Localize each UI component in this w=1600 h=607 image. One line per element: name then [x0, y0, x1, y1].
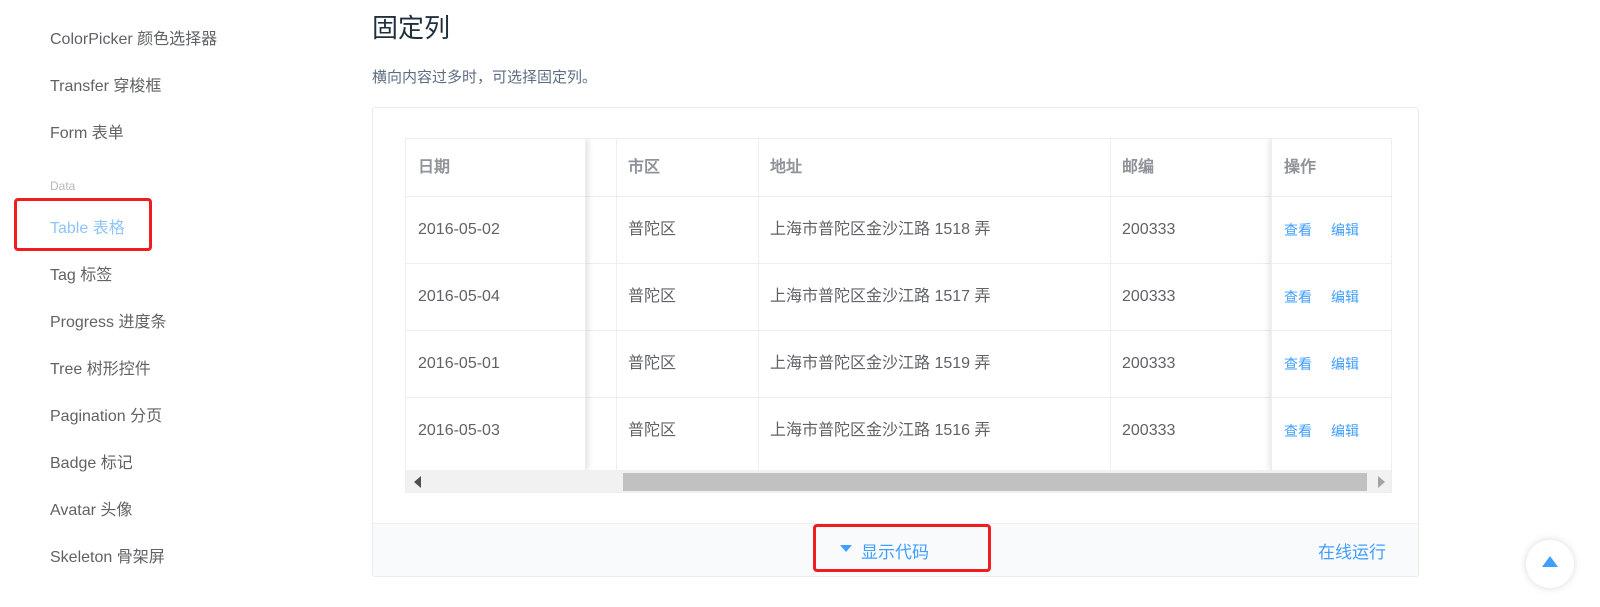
view-link[interactable]: 查看 — [1284, 421, 1312, 441]
cell-date: 2016-05-04 — [418, 288, 500, 305]
sidebar-item-tag[interactable]: Tag 标签 — [50, 261, 112, 285]
cell-address: 上海市普陀区金沙江路 1516 弄 — [770, 422, 991, 439]
cell-date: 2016-05-03 — [418, 422, 500, 439]
cell-zip: 200333 — [1122, 355, 1176, 372]
section-description: 横向内容过多时，可选择固定列。 — [372, 69, 598, 86]
cell-address: 上海市普陀区金沙江路 1519 弄 — [770, 355, 991, 372]
cell-zip: 200333 — [1122, 288, 1176, 305]
view-link[interactable]: 查看 — [1284, 220, 1312, 240]
cell-zip: 200333 — [1122, 422, 1176, 439]
arrow-up-icon — [1542, 556, 1558, 567]
fixed-right-column: 操作 查看 编辑 查看 编辑 查看 编辑 查看 编辑 — [1271, 139, 1391, 470]
cell-district: 普陀区 — [628, 288, 677, 305]
section-title: 固定列 — [372, 13, 451, 43]
edit-link[interactable]: 编辑 — [1331, 220, 1359, 240]
cell-zip: 200333 — [1122, 221, 1176, 238]
sidebar-item-transfer[interactable]: Transfer 穿梭框 — [50, 72, 161, 96]
horizontal-scrollbar[interactable] — [406, 470, 1391, 492]
sidebar-nav: ColorPicker 颜色选择器 Transfer 穿梭框 Form 表单 D… — [0, 0, 330, 607]
cell-date: 2016-05-01 — [418, 355, 500, 372]
view-link[interactable]: 查看 — [1284, 287, 1312, 307]
scrollbar-thumb[interactable] — [623, 473, 1367, 491]
sidebar-item-skeleton[interactable]: Skeleton 骨架屏 — [50, 543, 165, 567]
highlight-table-item — [14, 198, 152, 251]
cell-district: 普陀区 — [628, 355, 677, 372]
back-to-top-button[interactable] — [1526, 540, 1574, 588]
sidebar-item-badge[interactable]: Badge 标记 — [50, 449, 133, 473]
sidebar-item-progress[interactable]: Progress 进度条 — [50, 308, 166, 332]
cell-address: 上海市普陀区金沙江路 1517 弄 — [770, 288, 991, 305]
fixed-column-table: 市区 地址 邮编 普陀区 上海市普陀区金沙江路 1518 弄 200333 普陀… — [405, 138, 1392, 493]
cell-district: 普陀区 — [628, 422, 677, 439]
sidebar-item-tree[interactable]: Tree 树形控件 — [50, 355, 151, 379]
cell-address: 上海市普陀区金沙江路 1518 弄 — [770, 221, 991, 238]
cell-district: 普陀区 — [628, 221, 677, 238]
arrow-left-icon[interactable] — [414, 476, 421, 488]
fixed-left-column: 日期 2016-05-02 2016-05-04 2016-05-01 2016… — [406, 139, 586, 470]
sidebar-item-colorpicker[interactable]: ColorPicker 颜色选择器 — [50, 25, 217, 49]
edit-link[interactable]: 编辑 — [1331, 354, 1359, 374]
arrow-right-icon[interactable] — [1378, 476, 1385, 488]
edit-link[interactable]: 编辑 — [1331, 421, 1359, 441]
header-zip: 邮编 — [1122, 159, 1155, 176]
sidebar-item-pagination[interactable]: Pagination 分页 — [50, 402, 162, 426]
header-ops: 操作 — [1284, 159, 1317, 176]
cell-date: 2016-05-02 — [418, 221, 500, 238]
header-address: 地址 — [770, 159, 803, 176]
sidebar-item-form[interactable]: Form 表单 — [50, 119, 124, 143]
view-link[interactable]: 查看 — [1284, 354, 1312, 374]
edit-link[interactable]: 编辑 — [1331, 287, 1359, 307]
sidebar-group-data: Data — [50, 179, 76, 193]
highlight-show-code — [813, 524, 991, 572]
header-district: 市区 — [628, 159, 661, 176]
run-online-button[interactable]: 在线运行 — [1318, 538, 1386, 563]
sidebar-item-avatar[interactable]: Avatar 头像 — [50, 496, 132, 520]
header-date: 日期 — [418, 159, 451, 176]
